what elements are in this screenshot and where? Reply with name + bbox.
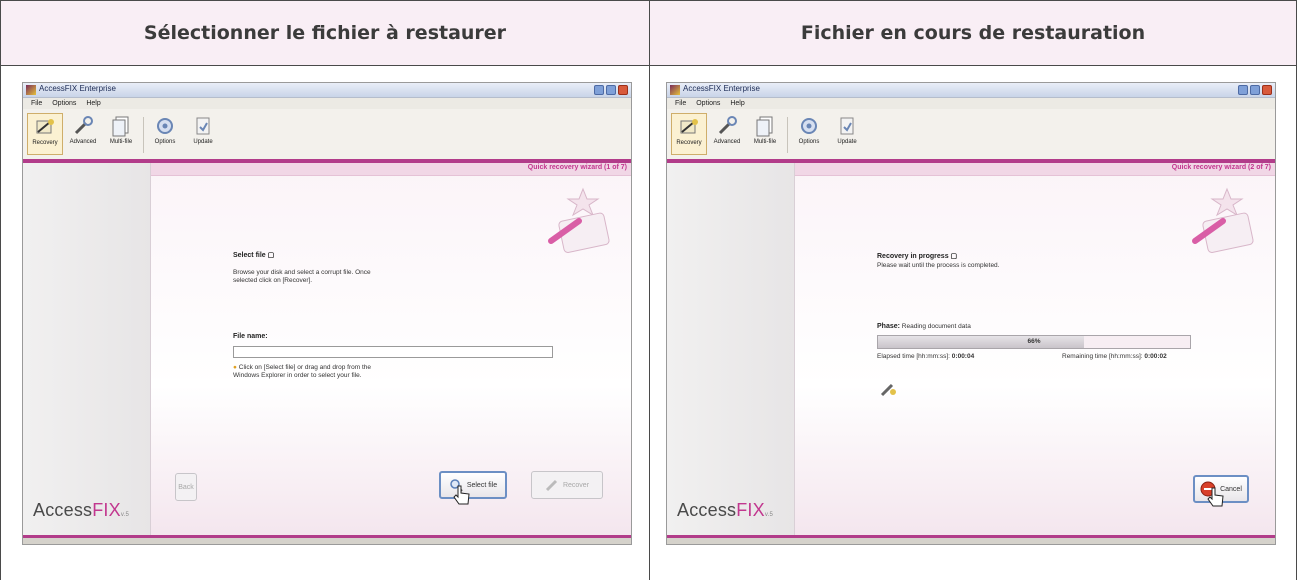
minimize-button[interactable] [594,85,604,95]
status-bar [23,538,631,544]
toolbar-label: Multi-file [753,139,777,145]
step-heading: Select file ▢ [233,252,275,259]
back-button[interactable]: Back [175,473,197,501]
brand-logo: AccessFIXv.5 [33,500,129,520]
menu-help[interactable]: Help [86,100,100,107]
progress-bar: 66% [877,335,1191,349]
toolbar-label: Advanced [69,139,97,145]
wizard-step-label: Quick recovery wizard (1 of 7) [527,164,627,171]
wizard-step-bar: Quick recovery wizard (2 of 7) [795,163,1275,176]
close-button[interactable] [618,85,628,95]
phase-value: Reading document data [901,323,971,330]
wizard-step-bar: Quick recovery wizard (1 of 7) [151,163,631,176]
toolbar-label: Options [798,139,820,145]
step-description: Browse your disk and select a corrupt fi… [233,269,371,284]
column-header-select: Sélectionner le fichier à restaurer [0,0,650,66]
toolbar-options[interactable]: Options [147,113,183,155]
toolbar-label: Multi-file [109,139,133,145]
update-icon [196,117,210,135]
title-bar: AccessFIX Enterprise [667,83,1275,98]
wizard-illustration-icon [548,187,610,253]
select-file-button[interactable]: Select file [439,471,507,499]
menu-file[interactable]: File [675,100,686,107]
close-button[interactable] [1262,85,1272,95]
app-icon [670,85,680,95]
menu-bar: File Options Help [667,98,1275,109]
file-name-input[interactable] [233,346,553,358]
multifile-icon [112,116,129,137]
step-heading: Recovery in progress ▢ [877,253,958,260]
app-window-progress: AccessFIX Enterprise File Options Help R… [666,82,1276,545]
wizard-content: Quick recovery wizard (2 of 7) Recovery … [795,163,1275,535]
elapsed-time: Elapsed time [hh:mm:ss]: 0:00:04 [877,353,975,360]
toolbar-label: Update [837,139,857,145]
toolbar-multifile[interactable]: Multi-file [747,113,783,155]
side-pane: AccessFIXv.5 [23,163,151,535]
side-pane: AccessFIXv.5 [667,163,795,535]
advanced-icon [74,116,93,135]
brand-logo: AccessFIXv.5 [677,500,773,520]
recover-button[interactable]: Recover [531,471,603,499]
toolbar-update[interactable]: Update [829,113,865,155]
window-title: AccessFIX Enterprise [39,84,116,93]
file-name-label: File name: [233,333,268,340]
recovery-icon [36,119,54,134]
wizard-content: Quick recovery wizard (1 of 7) Select fi… [151,163,631,535]
hand-cursor-icon [453,485,470,505]
toolbar-multifile[interactable]: Multi-file [103,113,139,155]
menu-options[interactable]: Options [696,100,720,107]
hand-cursor-icon [1207,487,1224,507]
step-description: Please wait until the process is complet… [877,262,1000,269]
toolbar: Recovery Advanced Multi-file Options Upd… [23,109,631,160]
update-icon [840,117,854,135]
maximize-button[interactable] [606,85,616,95]
progress-percent: 66% [1027,338,1041,345]
menu-help[interactable]: Help [730,100,744,107]
column-header-progress: Fichier en cours de restauration [649,0,1297,66]
hint-text: ● Click on [Select file] or drag and dro… [233,364,371,379]
advanced-icon [718,116,737,135]
title-bar: AccessFIX Enterprise [23,83,631,98]
options-icon [157,118,173,134]
wizard-illustration-icon [1192,187,1254,253]
recovery-progress-icon: ▢ [950,253,958,260]
toolbar-advanced[interactable]: Advanced [709,113,745,155]
toolbar-advanced[interactable]: Advanced [65,113,101,155]
recovery-icon [680,119,698,134]
phase-label: Phase: [877,323,900,330]
multifile-icon [756,116,773,137]
toolbar: Recovery Advanced Multi-file Options Upd… [667,109,1275,160]
toolbar-options[interactable]: Options [791,113,827,155]
toolbar-label: Recovery [676,140,702,146]
working-tool-icon [880,383,896,397]
toolbar-recovery[interactable]: Recovery [671,113,707,155]
remaining-time: Remaining time [hh:mm:ss]: 0:00:02 [1062,353,1167,360]
toolbar-label: Advanced [713,139,741,145]
recover-icon [545,479,558,492]
toolbar-label: Options [154,139,176,145]
minimize-button[interactable] [1238,85,1248,95]
menu-options[interactable]: Options [52,100,76,107]
toolbar-recovery[interactable]: Recovery [27,113,63,155]
hint-icon: ● [233,364,237,371]
status-bar [667,538,1275,544]
app-window-select: AccessFIX Enterprise File Options Help R… [22,82,632,545]
wizard-step-label: Quick recovery wizard (2 of 7) [1171,164,1271,171]
phase-line: Phase: Reading document data [877,323,971,331]
toolbar-update[interactable]: Update [185,113,221,155]
menu-bar: File Options Help [23,98,631,109]
options-icon [801,118,817,134]
folder-icon: ▢ [267,252,275,259]
menu-file[interactable]: File [31,100,42,107]
maximize-button[interactable] [1250,85,1260,95]
toolbar-label: Recovery [32,140,58,146]
app-icon [26,85,36,95]
window-title: AccessFIX Enterprise [683,84,760,93]
toolbar-label: Update [193,139,213,145]
